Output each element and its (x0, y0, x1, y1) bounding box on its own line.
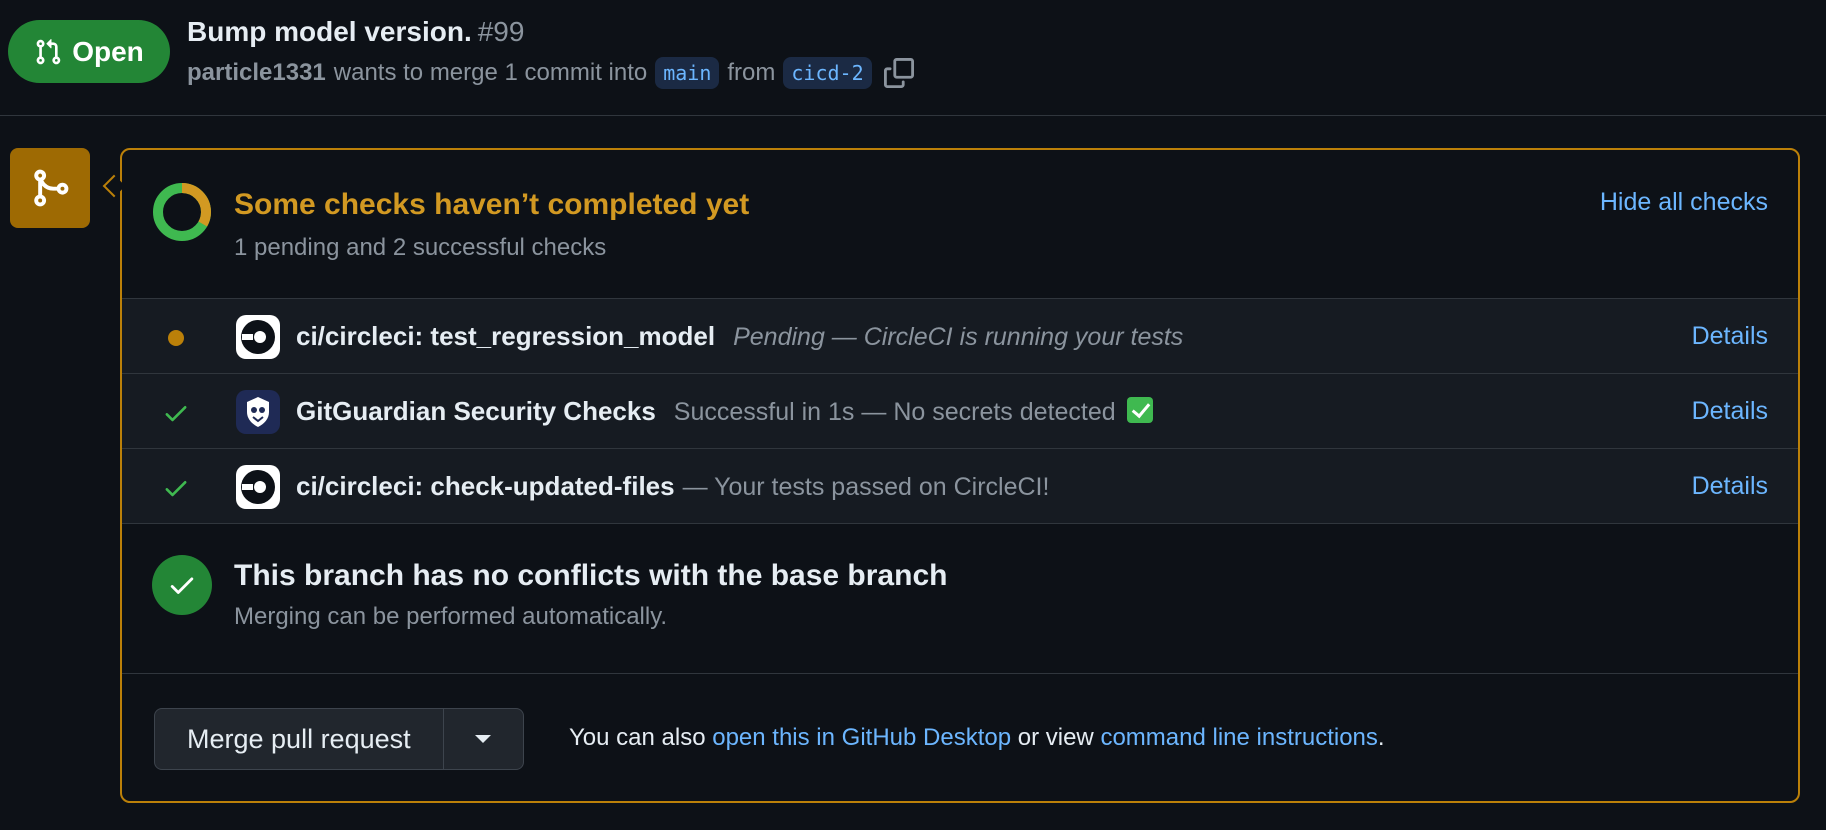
check-name: GitGuardian Security Checks Successful in… (296, 396, 1153, 427)
copy-icon[interactable] (883, 58, 914, 88)
circleci-logo-icon[interactable] (236, 465, 280, 509)
merge-pull-request-button[interactable]: Merge pull request (155, 709, 443, 769)
check-name: ci/circleci: check-updated-files — Your t… (296, 471, 1050, 501)
pr-number: #99 (477, 16, 525, 47)
check-row: ci/circleci: test_regression_model Pendin… (122, 299, 1798, 374)
merge-text: wants to merge 1 commit into (333, 59, 648, 86)
success-check-icon (162, 399, 190, 427)
conflict-subtitle: Merging can be performed automatically. (234, 603, 668, 630)
merge-hint: You can also open this in GitHub Desktop… (569, 724, 1385, 751)
merge-button-group: Merge pull request (154, 708, 524, 770)
command-line-instructions-link[interactable]: command line instructions (1100, 724, 1377, 751)
from-text: from (727, 59, 776, 86)
check-row: ci/circleci: check-updated-files — Your t… (122, 449, 1798, 524)
checks-header: Some checks haven’t completed yet 1 pend… (122, 150, 1798, 299)
conflict-title: This branch has no conflicts with the ba… (234, 559, 948, 592)
check-description: Successful in 1s — No secrets detected (674, 397, 1153, 426)
pr-title-text: Bump model version. (187, 16, 472, 47)
merge-status-icon-box (10, 148, 90, 228)
gitguardian-logo-icon[interactable] (236, 390, 280, 434)
pr-header: Open Bump model version. #99 particle1331… (0, 0, 1826, 116)
check-description: Pending — CircleCI is running your tests (733, 323, 1184, 351)
open-in-github-desktop-link[interactable]: open this in GitHub Desktop (712, 724, 1011, 751)
pr-author-link[interactable]: particle1331 (187, 59, 326, 87)
check-details-link[interactable]: Details (1692, 472, 1768, 501)
pr-state-badge: Open (8, 20, 170, 83)
green-checkmark-emoji-icon (1126, 397, 1153, 423)
hide-all-checks-button[interactable]: Hide all checks (1600, 188, 1768, 217)
merge-method-dropdown[interactable] (442, 709, 523, 769)
circleci-logo-icon[interactable] (236, 315, 280, 359)
base-branch[interactable]: main (655, 57, 720, 89)
pending-status-icon (162, 324, 190, 352)
pr-title: Bump model version. #99 (187, 16, 524, 48)
head-branch[interactable]: cicd-2 (783, 57, 872, 89)
checks-summary: 1 pending and 2 successful checks (234, 234, 607, 261)
checks-title: Some checks haven’t completed yet (234, 188, 750, 221)
check-description: — Your tests passed on CircleCI! (682, 473, 1050, 501)
merge-box: Some checks haven’t completed yet 1 pend… (120, 148, 1800, 803)
checks-progress-donut-icon (153, 183, 211, 241)
git-pull-request-icon (36, 38, 61, 64)
pr-meta: particle1331 wants to merge 1 commit int… (187, 55, 914, 91)
check-details-link[interactable]: Details (1692, 397, 1768, 426)
triangle-down-icon (475, 735, 492, 743)
success-check-icon (162, 474, 190, 502)
check-name: ci/circleci: test_regression_model Pendin… (296, 321, 1184, 351)
pr-state-label: Open (72, 35, 144, 67)
merge-actions: Merge pull request You can also open thi… (122, 674, 1798, 801)
git-merge-icon (34, 169, 69, 207)
conflict-status-section: This branch has no conflicts with the ba… (122, 525, 1798, 674)
no-conflicts-check-icon (152, 555, 212, 615)
check-row: GitGuardian Security Checks Successful in… (122, 374, 1798, 449)
check-details-link[interactable]: Details (1692, 322, 1768, 351)
